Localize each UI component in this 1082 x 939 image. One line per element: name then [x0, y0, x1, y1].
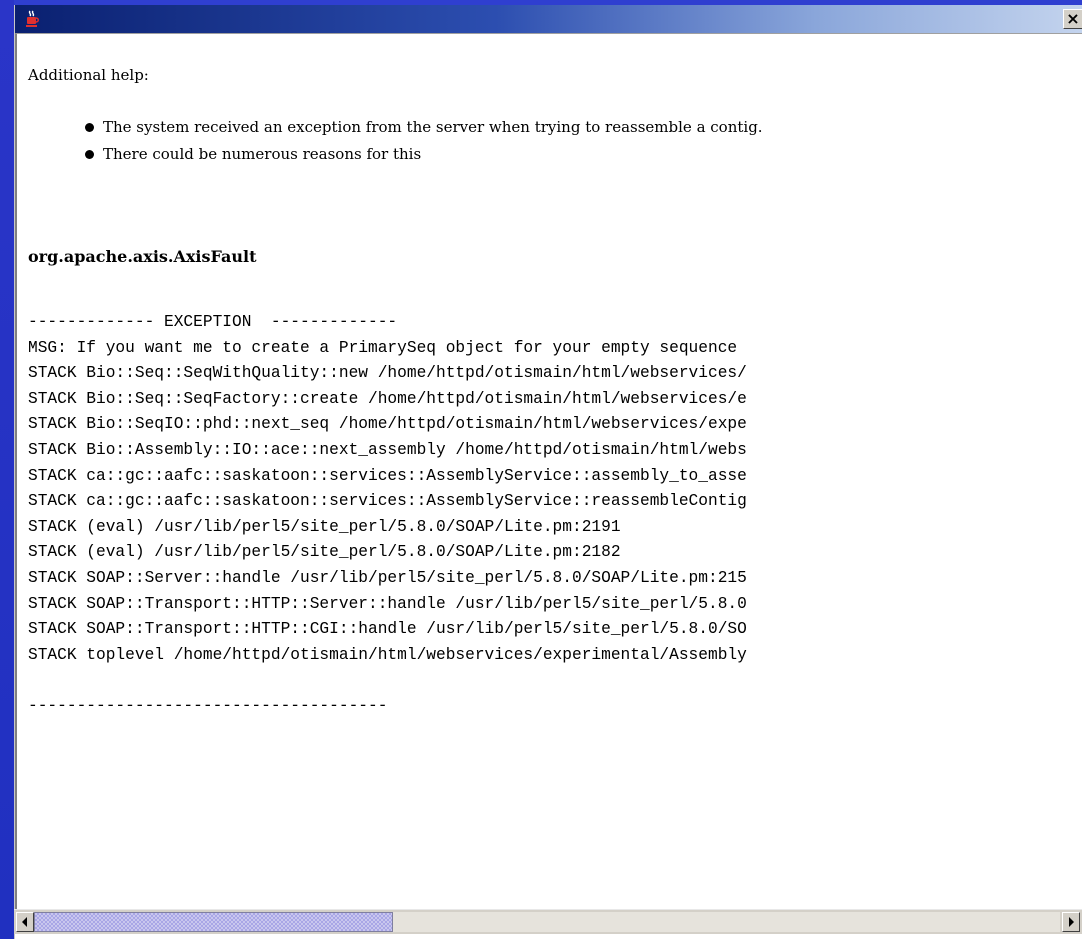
additional-help-label: Additional help:: [28, 66, 149, 84]
stack-trace-line: STACK ca::gc::aafc::saskatoon::services:…: [28, 466, 747, 485]
stack-trace-line: STACK SOAP::Transport::HTTP::CGI::handle…: [28, 620, 747, 639]
desktop-background: [0, 0, 14, 939]
stack-trace-block: ------------- EXCEPTION ------------- MSG…: [28, 310, 747, 720]
horizontal-scrollbar[interactable]: [14, 909, 1082, 934]
stack-trace-line: STACK SOAP::Transport::HTTP::Server::han…: [28, 594, 747, 613]
stack-trace-line: STACK toplevel /home/httpd/otismain/html…: [28, 645, 747, 664]
stack-trace-line: STACK ca::gc::aafc::saskatoon::services:…: [28, 492, 747, 511]
bullet-icon: [85, 150, 94, 159]
stack-trace-line: STACK (eval) /usr/lib/perl5/site_perl/5.…: [28, 517, 621, 536]
scroll-right-button[interactable]: [1062, 912, 1080, 932]
stack-trace-line: STACK Bio::Seq::SeqWithQuality::new /hom…: [28, 364, 747, 383]
scroll-track[interactable]: [34, 912, 1060, 932]
stack-trace-line: STACK Bio::Seq::SeqFactory::create /home…: [28, 389, 747, 408]
arrow-left-icon: [22, 917, 27, 927]
stack-trace-line: STACK SOAP::Server::handle /usr/lib/perl…: [28, 568, 747, 587]
stack-trace-line: -------------------------------------: [28, 696, 388, 715]
close-button[interactable]: ×: [1063, 9, 1082, 29]
arrow-right-icon: [1069, 917, 1074, 927]
help-dialog-window: × Additional help: The system received a…: [14, 5, 1082, 939]
stack-trace-line: MSG: If you want me to create a PrimaryS…: [28, 338, 738, 357]
java-cup-icon: [25, 10, 39, 28]
help-bullet-text: The system received an exception from th…: [103, 118, 763, 136]
scroll-left-button[interactable]: [16, 912, 34, 932]
stack-trace-line: STACK (eval) /usr/lib/perl5/site_perl/5.…: [28, 543, 621, 562]
help-bullet-list: The system received an exception from th…: [85, 114, 763, 168]
stack-trace-line: STACK Bio::Assembly::IO::ace::next_assem…: [28, 440, 747, 459]
bullet-icon: [85, 123, 94, 132]
help-bullet-item: The system received an exception from th…: [85, 114, 763, 141]
title-bar[interactable]: ×: [15, 5, 1082, 33]
scroll-thumb[interactable]: [34, 912, 393, 932]
stack-trace-line: ------------- EXCEPTION -------------: [28, 313, 398, 331]
stack-trace-line: [28, 668, 747, 694]
stack-trace-line: STACK Bio::SeqIO::phd::next_seq /home/ht…: [28, 415, 747, 434]
exception-class-title: org.apache.axis.AxisFault: [28, 247, 257, 266]
help-content-pane[interactable]: Additional help: The system received an …: [15, 33, 1082, 913]
help-bullet-text: There could be numerous reasons for this: [103, 145, 422, 163]
help-bullet-item: There could be numerous reasons for this: [85, 141, 763, 168]
